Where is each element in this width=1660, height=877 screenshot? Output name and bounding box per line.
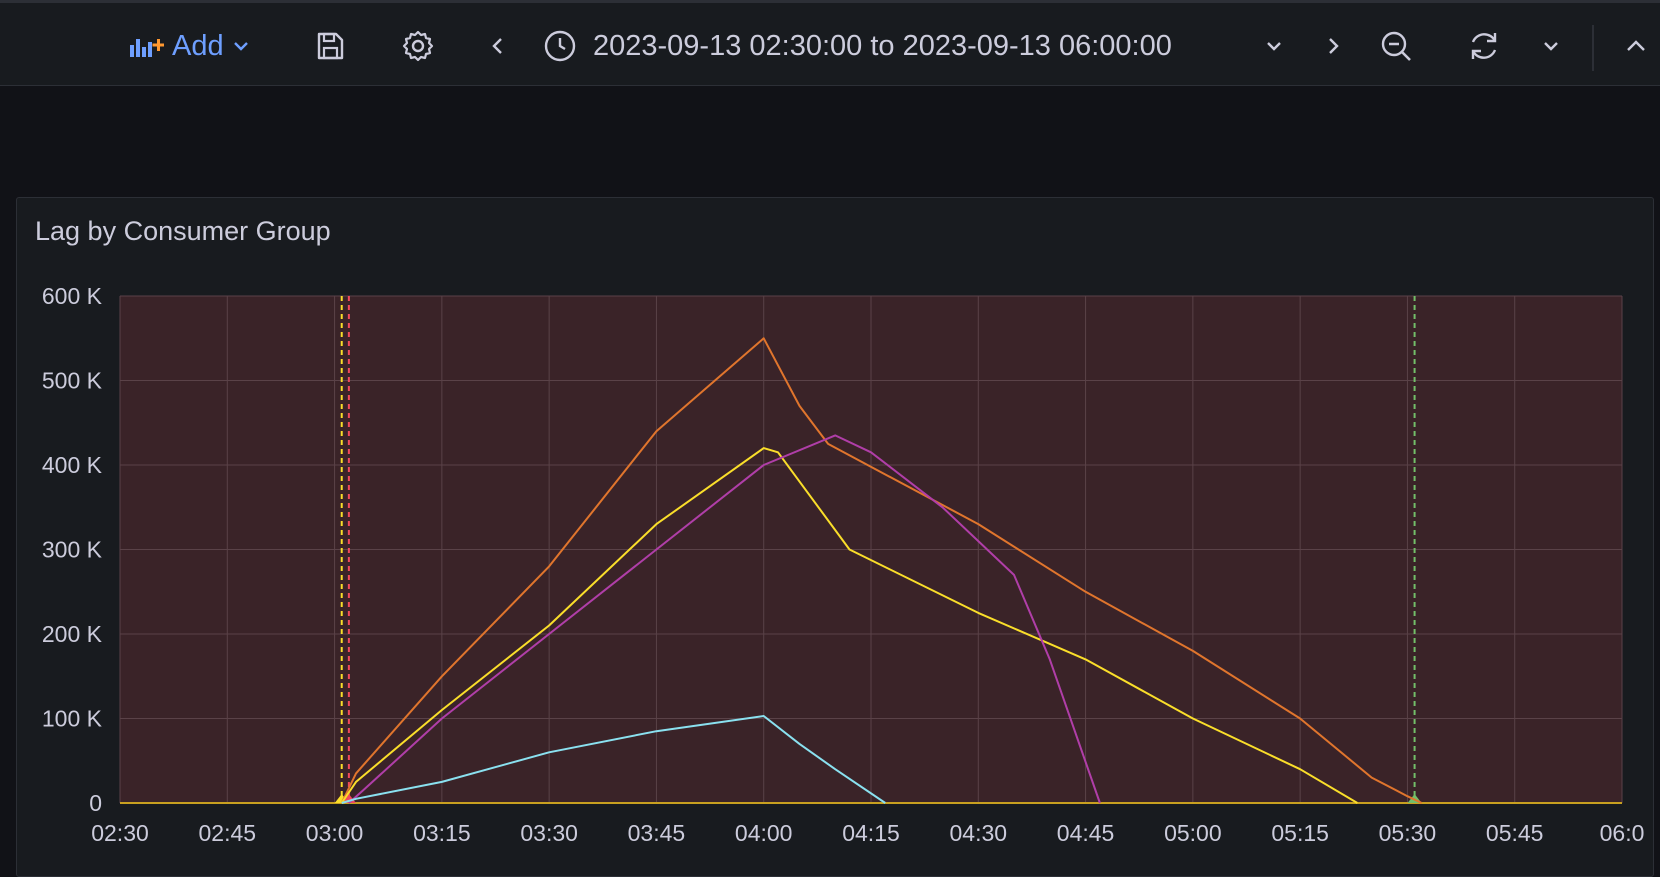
y-tick-label: 400 K [42, 452, 103, 478]
y-tick-label: 100 K [42, 706, 103, 732]
x-tick-label: 04:45 [1057, 820, 1115, 846]
x-tick-label: 05:30 [1379, 820, 1437, 846]
y-tick-label: 600 K [42, 283, 103, 309]
x-tick-label: 04:30 [950, 820, 1008, 846]
x-tick-label: 03:00 [306, 820, 364, 846]
x-tick-label: 04:00 [735, 820, 793, 846]
x-tick-label: 03:45 [628, 820, 686, 846]
x-tick-label: 03:30 [520, 820, 578, 846]
y-tick-label: 0 [89, 790, 102, 816]
y-tick-label: 300 K [42, 537, 103, 563]
x-tick-label: 03:15 [413, 820, 471, 846]
y-tick-label: 500 K [42, 368, 103, 394]
x-tick-label: 05:00 [1164, 820, 1222, 846]
x-tick-label: 02:45 [199, 820, 257, 846]
y-tick-label: 200 K [42, 621, 103, 647]
x-tick-label: 02:30 [91, 820, 149, 846]
x-tick-label: 05:15 [1271, 820, 1329, 846]
x-tick-label: 06:0 [1600, 820, 1645, 846]
lag-chart[interactable]: 0 100 K 200 K 300 K 400 K 500 K 600 K 02:30 02:4… [0, 0, 1660, 858]
x-tick-label: 05:45 [1486, 820, 1544, 846]
x-tick-label: 04:15 [842, 820, 900, 846]
